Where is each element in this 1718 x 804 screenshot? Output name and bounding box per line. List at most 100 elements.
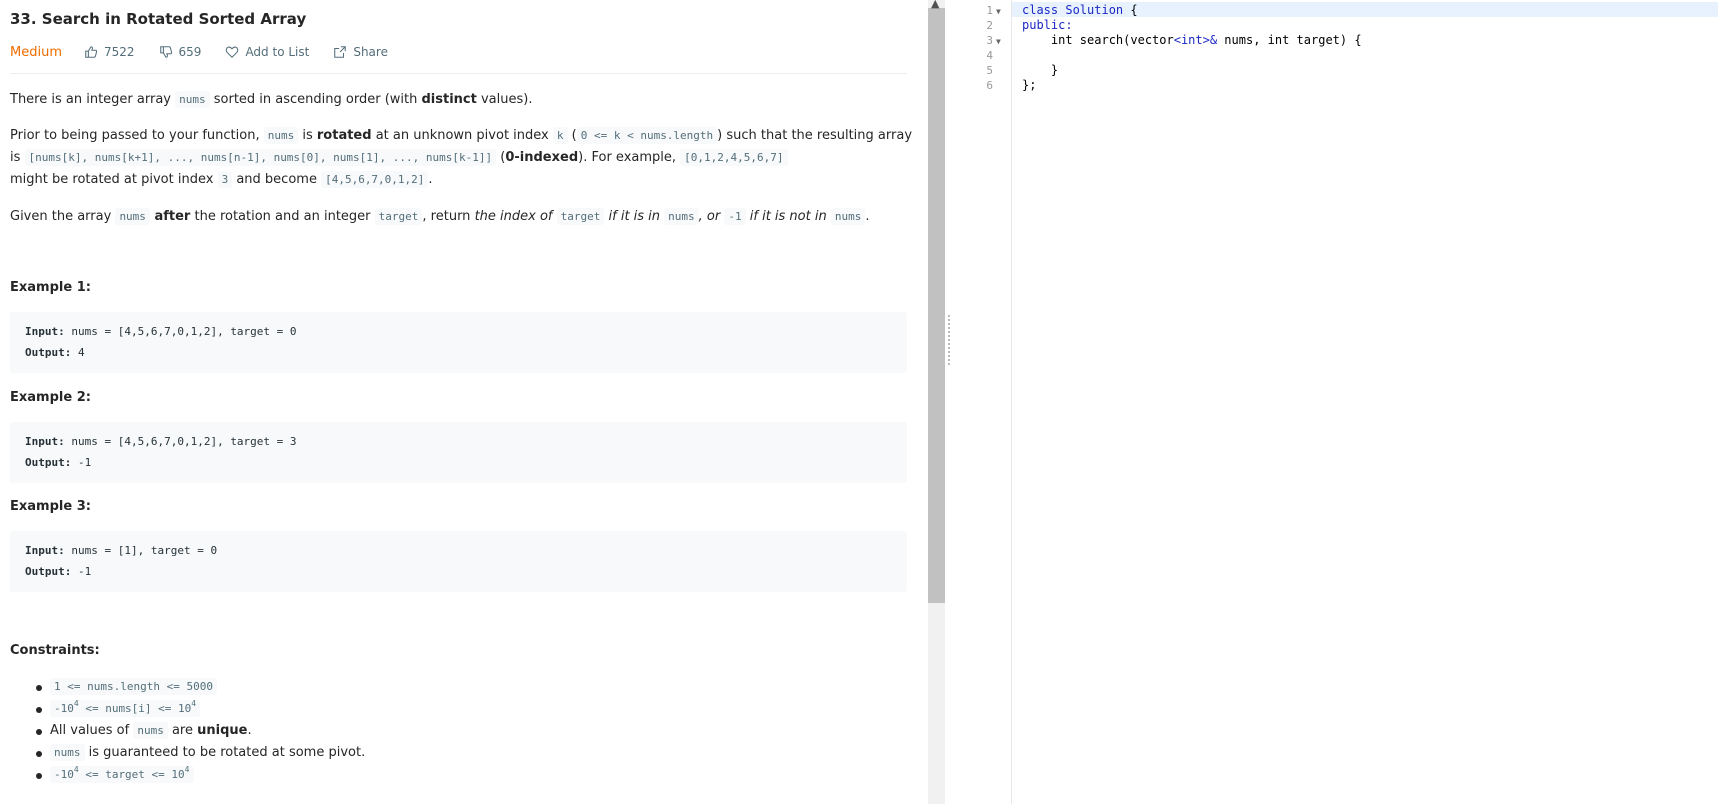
- add-to-list-label: Add to List: [245, 45, 310, 59]
- share-button[interactable]: Share: [333, 45, 388, 59]
- italic-text: , or: [698, 209, 725, 224]
- text: (: [496, 150, 506, 165]
- bullet: [36, 707, 42, 713]
- input-label: Input:: [25, 325, 65, 338]
- heart-icon: [226, 46, 239, 58]
- problem-title: 33. Search in Rotated Sorted Array: [10, 10, 307, 28]
- description-scrollbar-thumb[interactable]: [928, 8, 945, 603]
- bold-text: after: [149, 209, 191, 224]
- output-value: -1: [71, 565, 92, 578]
- output-label: Output:: [25, 346, 72, 359]
- line-number: 5: [975, 63, 1011, 78]
- code-text: {: [1123, 3, 1138, 17]
- code-editor[interactable]: 1 ▼ 2 3 ▼ 4 5 6 class Solution { public: i…: [955, 0, 1718, 804]
- text: .: [428, 172, 433, 187]
- text: -10: [54, 768, 74, 781]
- line-number: 3 ▼: [975, 33, 1011, 48]
- inline-code: nums: [175, 91, 210, 108]
- fold-arrow-icon[interactable]: ▼: [996, 7, 1001, 16]
- example-1-block: Input: nums = [4,5,6,7,0,1,2], target = …: [10, 312, 907, 373]
- inline-code: -104 <= target <= 104: [50, 765, 194, 783]
- text: is: [298, 128, 317, 143]
- text: sorted in ascending order (with: [209, 92, 422, 107]
- text: .: [247, 723, 252, 738]
- inline-code: k: [552, 127, 568, 144]
- code-line-1[interactable]: class Solution {: [1022, 3, 1138, 18]
- bold-text: distinct: [421, 92, 477, 107]
- line-number: 4: [975, 48, 1011, 63]
- italic-text: if it is in: [604, 209, 665, 224]
- bullet: [36, 773, 42, 779]
- divider: [10, 73, 907, 74]
- text: are: [167, 723, 198, 738]
- example-2-heading: Example 2:: [10, 390, 91, 405]
- line-number-text: 6: [986, 79, 993, 92]
- line-number: 6: [975, 78, 1011, 93]
- bold-text: rotated: [316, 128, 372, 143]
- reference-symbol: &: [1209, 33, 1225, 47]
- example-3-output: Output: -1: [25, 565, 91, 578]
- constraint-item: -104 <= nums[i] <= 104: [50, 699, 201, 719]
- input-value: nums = [4,5,6,7,0,1,2], target = 3: [64, 435, 297, 448]
- drag-handle-icon[interactable]: [948, 315, 952, 365]
- inline-code: nums: [830, 208, 866, 225]
- line-number-text: 3: [986, 34, 993, 47]
- inline-code: target: [374, 208, 423, 225]
- italic-text: if it is not in: [745, 209, 831, 224]
- line-number: 2: [975, 18, 1011, 33]
- italic-text: the index of: [474, 209, 557, 224]
- like-button[interactable]: 7522: [84, 45, 135, 59]
- text: the rotation and an integer: [190, 209, 375, 224]
- line-number-text: 1: [986, 4, 993, 17]
- inline-code: target: [556, 208, 605, 225]
- constraint-item: 1 <= nums.length <= 5000: [50, 677, 217, 697]
- class-name: Solution: [1065, 3, 1124, 17]
- constraint-item: nums is guaranteed to be rotated at some…: [50, 743, 365, 763]
- inline-code: -104 <= nums[i] <= 104: [50, 699, 201, 717]
- inline-code: 0 <= k < nums.length: [576, 127, 718, 144]
- inline-code: 1 <= nums.length <= 5000: [50, 678, 217, 695]
- description-paragraph-1: There is an integer array nums sorted in…: [10, 89, 907, 111]
- example-1-heading: Example 1:: [10, 280, 91, 295]
- keyword: class: [1022, 3, 1066, 17]
- thumbs-down-icon: [159, 46, 172, 58]
- text: Prior to being passed to your function,: [10, 128, 264, 143]
- input-label: Input:: [25, 435, 65, 448]
- output-label: Output:: [25, 565, 72, 578]
- line-number-text: 4: [986, 49, 993, 62]
- code-line-2[interactable]: public:: [1022, 18, 1073, 33]
- inline-code: nums: [133, 722, 168, 739]
- bullet: [36, 751, 42, 757]
- inline-code: nums: [664, 208, 699, 225]
- text: .: [865, 209, 870, 224]
- example-1-input: Input: nums = [4,5,6,7,0,1,2], target = …: [25, 325, 297, 338]
- superscript: 4: [191, 699, 197, 708]
- constraint-item: All values of nums are unique.: [50, 721, 252, 741]
- inline-code: [0,1,2,4,5,6,7]: [680, 149, 788, 166]
- code-line-3[interactable]: int search(vector<int>& nums, int target…: [1022, 33, 1362, 48]
- text: All values of: [50, 723, 134, 738]
- text: , return: [422, 209, 475, 224]
- thumbs-up-icon: [85, 46, 98, 58]
- text: -10: [54, 702, 74, 715]
- inline-code: 3: [217, 171, 233, 188]
- dislike-button[interactable]: 659: [159, 45, 202, 59]
- input-value: nums = [4,5,6,7,0,1,2], target = 0: [64, 325, 297, 338]
- text: <= nums[i] <= 10: [78, 702, 192, 715]
- share-label: Share: [353, 45, 388, 59]
- add-to-list-button[interactable]: Add to List: [225, 45, 309, 59]
- problem-panel: 33. Search in Rotated Sorted Array Mediu…: [0, 0, 928, 804]
- problem-meta: Medium 7522 659 Add to List Share: [10, 43, 412, 61]
- input-value: nums = [1], target = 0: [64, 544, 218, 557]
- like-count: 7522: [103, 45, 135, 59]
- code-line-6[interactable]: };: [1022, 78, 1036, 93]
- fold-arrow-icon[interactable]: ▼: [996, 37, 1001, 46]
- constraint-item: -104 <= target <= 104: [50, 765, 194, 785]
- dislike-count: 659: [178, 45, 202, 59]
- code-line-5[interactable]: }: [1022, 63, 1058, 78]
- line-number-text: 5: [986, 64, 993, 77]
- line-number-gutter: 1 ▼ 2 3 ▼ 4 5 6: [955, 0, 1012, 804]
- scroll-up-arrow-icon[interactable]: ▲: [931, 0, 939, 10]
- text: is guaranteed to be rotated at some pivo…: [84, 745, 366, 760]
- inline-code: -1: [724, 208, 746, 225]
